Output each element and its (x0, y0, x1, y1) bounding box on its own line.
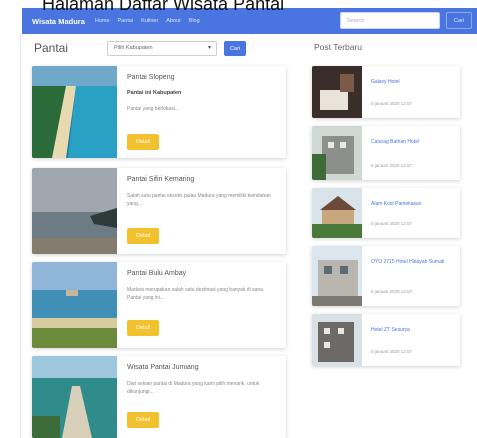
recent-post-item[interactable]: Galaxy Hotel 6 januari 2020 12:57 (312, 66, 460, 118)
detail-button[interactable]: Detail (127, 228, 159, 244)
beach-card: Pantai Sifiri Kemaring Salah satu pantai… (32, 168, 286, 254)
recent-posts-title: Post Terbaru (314, 42, 363, 52)
hotel-photo (312, 126, 362, 180)
kabupaten-select-value: Pilih Kabupaten (114, 45, 153, 51)
detail-button[interactable]: Detail (127, 412, 159, 428)
hotel-photo (312, 314, 362, 366)
card-title[interactable]: Wisata Pantai Jumiang (127, 364, 278, 371)
kabupaten-select[interactable]: Pilih Kabupaten ▾ (107, 41, 217, 56)
post-date: 6 januari 2020 12:57 (371, 349, 413, 354)
detail-button[interactable]: Detail (127, 134, 159, 150)
nav-link-pantai[interactable]: Pantai (118, 18, 134, 24)
hotel-photo (312, 188, 362, 238)
beach-photo-sifiri (32, 168, 117, 254)
search-button[interactable]: Cari (446, 12, 472, 29)
post-date: 6 januari 2020 12:57 (371, 163, 413, 168)
recent-post-item[interactable]: Alam Kost Pamekasan 6 januari 2020 12:57 (312, 188, 460, 238)
hotel-photo (312, 66, 362, 118)
post-title[interactable]: Hotel ZT Sesurya (371, 326, 454, 334)
post-title[interactable]: Caturag Bathan Hotel (371, 138, 454, 146)
recent-post-item[interactable]: OYO 2715 Hotel Hidayah Sumati 6 januari … (312, 246, 460, 306)
detail-button[interactable]: Detail (127, 320, 159, 336)
brand-logo[interactable]: Wisata Madura (32, 17, 85, 26)
post-title[interactable]: Alam Kost Pamekasan (371, 200, 454, 208)
card-title[interactable]: Pantai Bulu Ambay (127, 270, 278, 277)
post-title[interactable]: Galaxy Hotel (371, 78, 454, 86)
post-title[interactable]: OYO 2715 Hotel Hidayah Sumati (371, 258, 454, 266)
filter-button[interactable]: Cari (224, 41, 246, 56)
card-description: Madura merupakan salah satu destinasi ya… (127, 287, 265, 301)
beach-photo-jumiang (32, 356, 117, 438)
card-description: Salah satu pantai eksotis pulau Madura y… (127, 193, 271, 207)
post-date: 6 januari 2020 12:57 (371, 289, 413, 294)
recent-post-item[interactable]: Caturag Bathan Hotel 6 januari 2020 12:5… (312, 126, 460, 180)
card-description: Dari sekian pantai di Madura yang kami p… (127, 381, 260, 395)
card-subtitle: Pantai ini Kabupaten (127, 90, 182, 96)
nav-link-home[interactable]: Home (95, 18, 110, 24)
post-date: 6 januari 2020 12:57 (371, 101, 413, 106)
card-title[interactable]: Pantai Sifiri Kemaring (127, 176, 278, 183)
beach-photo-bulu-ambay (32, 262, 117, 348)
card-title[interactable]: Pantai Slopeng (127, 74, 278, 81)
page-border (20, 34, 21, 438)
nav-link-kuliner[interactable]: Kuliner (141, 18, 158, 24)
beach-card: Pantai Bulu Ambay Madura merupakan salah… (32, 262, 286, 348)
card-description: Pantai yang berlokasi... (127, 106, 179, 112)
beach-card: Pantai Slopeng Pantai ini Kabupaten Pant… (32, 66, 286, 158)
recent-post-item[interactable]: Hotel ZT Sesurya 6 januari 2020 12:57 (312, 314, 460, 366)
chevron-down-icon: ▾ (207, 45, 211, 51)
nav-link-blog[interactable]: Blog (189, 18, 200, 24)
page-caption: Halaman Daftar Wisata Pantai (42, 0, 285, 14)
beach-photo-slopeng (32, 66, 117, 158)
hotel-photo (312, 246, 362, 306)
beach-card: Wisata Pantai Jumiang Dari sekian pantai… (32, 356, 286, 438)
nav-link-about[interactable]: About (166, 18, 180, 24)
page-title: Pantai (34, 41, 69, 55)
post-date: 6 januari 2020 12:57 (371, 221, 413, 226)
search-input[interactable] (340, 12, 440, 29)
